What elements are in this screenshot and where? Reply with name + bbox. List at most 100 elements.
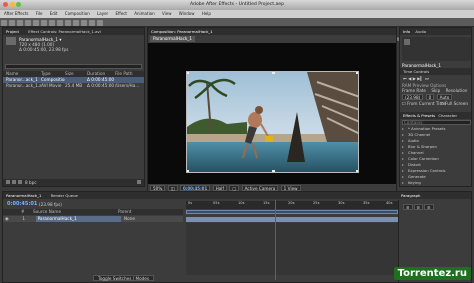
timeline-timecode[interactable]: 0:00:45:01 (7, 201, 37, 207)
menu-animation[interactable]: Animation (134, 11, 154, 16)
align-left-icon[interactable]: ≡ (403, 204, 413, 210)
project-search-input[interactable] (5, 64, 142, 69)
project-footer: 8 bpc (3, 179, 144, 186)
playhead[interactable] (275, 200, 276, 280)
puppet-tool-icon[interactable] (97, 19, 103, 26)
prev-frame-icon[interactable]: ◀ (408, 76, 411, 81)
interpret-footage-icon[interactable] (6, 180, 10, 184)
skip-dropdown[interactable]: 0 (425, 94, 435, 100)
next-frame-icon[interactable]: ▶▎ (417, 76, 423, 81)
frame-rate-dropdown[interactable]: (23.98) (402, 94, 424, 100)
ruler-tick-label: 20s (288, 201, 295, 205)
close-icon[interactable] (3, 2, 8, 7)
tab-audio[interactable]: Audio (415, 29, 426, 34)
zoom-icon[interactable] (16, 2, 21, 7)
pen-tool-icon[interactable] (57, 19, 63, 26)
tab-composition[interactable]: Composition: ParanormalHack_1 (151, 29, 213, 34)
window-title: Adobe After Effects - Untitled Project.a… (189, 2, 285, 7)
transform-handle[interactable] (356, 72, 358, 74)
project-panel: Project Effect Controls: ParanormalHack_… (2, 27, 145, 187)
camera-tool-icon[interactable] (33, 19, 39, 26)
transform-handle[interactable] (356, 170, 358, 172)
menu-help[interactable]: Help (202, 11, 211, 16)
tab-effects-presets[interactable]: Effects & Presets (403, 113, 435, 118)
project-panel-tabs: Project Effect Controls: ParanormalHack_… (3, 28, 144, 35)
menu-view[interactable]: View (162, 11, 172, 16)
eraser-tool-icon[interactable] (89, 19, 95, 26)
column-parent[interactable]: Parent (118, 209, 158, 215)
hand-tool-icon[interactable] (9, 19, 15, 26)
clone-stamp-tool-icon[interactable] (81, 19, 87, 26)
align-center-icon[interactable]: ≡ (413, 204, 424, 210)
full-screen-checkbox[interactable]: ☐ Full Screen (440, 101, 468, 106)
play-icon[interactable]: ▶ (413, 76, 416, 81)
tab-effect-controls[interactable]: Effect Controls: ParanormalHack_1.avi (28, 29, 101, 34)
layer-name[interactable]: ParanormalHack_1 (35, 216, 121, 222)
menu-edit[interactable]: Edit (50, 11, 58, 16)
ruler-tick-label: 35s (363, 201, 370, 205)
ruler-tick-label: 40s (386, 201, 393, 205)
new-composition-icon[interactable] (18, 180, 22, 184)
last-frame-icon[interactable]: ⏭ (425, 76, 429, 81)
column-source-name[interactable]: Source Name (33, 209, 118, 215)
composition-subtab[interactable]: ParanormalHack_1 (150, 36, 196, 42)
transform-handle[interactable] (187, 72, 189, 74)
tab-render-queue[interactable]: Render Queue (51, 193, 78, 198)
resolution-select[interactable]: Auto (436, 94, 453, 100)
align-right-icon[interactable]: ≡ (424, 204, 434, 210)
project-row[interactable]: Paranor...ack_1.aviAVI Movie25.4 MB Δ 0:0… (3, 83, 144, 89)
layer-duration-bar[interactable] (186, 217, 398, 222)
menu-layer[interactable]: Layer (97, 11, 108, 16)
trash-icon[interactable] (137, 180, 141, 184)
window-titlebar: Adobe After Effects - Untitled Project.a… (0, 0, 474, 10)
layer-parent-dropdown[interactable]: None (122, 216, 162, 222)
first-frame-icon[interactable]: ⏮ (403, 76, 407, 81)
time-controls-tab[interactable]: Time Controls (400, 68, 471, 75)
new-folder-icon[interactable] (12, 180, 16, 184)
time-ruler[interactable]: 0s 05s 10s 15s 20s 25s 30s 35s 40s (186, 201, 398, 209)
rotate-tool-icon[interactable] (25, 19, 31, 26)
tab-paragraph[interactable]: Paragraph (401, 192, 420, 199)
tab-info[interactable]: Info (403, 29, 410, 34)
transform-handle[interactable] (272, 170, 275, 172)
menu-composition[interactable]: Composition (65, 11, 90, 16)
text-tool-icon[interactable] (65, 19, 71, 26)
transform-handle[interactable] (272, 72, 275, 74)
tab-project[interactable]: Project (6, 29, 19, 34)
row-name: Paranor...ack_1.avi (6, 83, 41, 88)
timeline-track-area[interactable] (186, 223, 398, 275)
menu-file[interactable]: File (36, 11, 43, 16)
info-panel (402, 37, 471, 61)
menu-effect[interactable]: Effect (115, 11, 127, 16)
tab-timeline-comp[interactable]: ParanormalHack_1 (6, 193, 41, 198)
work-area-bar[interactable] (186, 210, 398, 214)
brush-tool-icon[interactable] (73, 19, 79, 26)
transform-handle[interactable] (187, 170, 189, 172)
video-frame[interactable] (186, 71, 359, 173)
pan-behind-tool-icon[interactable] (41, 19, 47, 26)
timeline-layer-row[interactable]: ◉ 1 ParanormalHack_1 None (3, 216, 183, 222)
row-duration: Δ 0:00:45:00 (87, 83, 115, 88)
mask-tool-icon[interactable] (49, 19, 55, 26)
minimize-icon[interactable] (9, 2, 15, 7)
ruler-tick-label: 0s (188, 201, 193, 205)
timeline-tabs: ParanormalHack_1 Render Queue Paragraph (3, 192, 471, 199)
effects-search-input[interactable]: Contains: (402, 120, 471, 125)
composition-viewer[interactable] (148, 43, 396, 184)
tab-character[interactable]: Character (438, 113, 457, 118)
composition-tab: Composition: ParanormalHack_1 (148, 28, 396, 35)
visibility-eye-icon[interactable]: ◉ (3, 216, 13, 222)
project-item-info2: Δ 0:00:45:00, 23.98 fps (19, 47, 69, 52)
ruler-tick-label: 15s (263, 201, 270, 205)
selection-tool-icon[interactable] (1, 19, 7, 26)
info-audio-tabs: Info Audio (400, 28, 471, 35)
menu-window[interactable]: Window (179, 11, 195, 16)
bpc-label[interactable]: 8 bpc (25, 180, 37, 185)
zoom-tool-icon[interactable] (17, 19, 23, 26)
menu-after-effects[interactable]: After Effects (4, 11, 28, 16)
ram-preview-labels: Frame Rate Skip Resolution (402, 88, 471, 93)
toggle-switches-modes-button[interactable]: Toggle Switches / Modes (93, 275, 155, 281)
ram-preview-values: (23.98) 0 Auto (402, 94, 471, 100)
effects-category-item[interactable]: Keying (400, 180, 471, 186)
column-index[interactable]: # (3, 209, 33, 215)
